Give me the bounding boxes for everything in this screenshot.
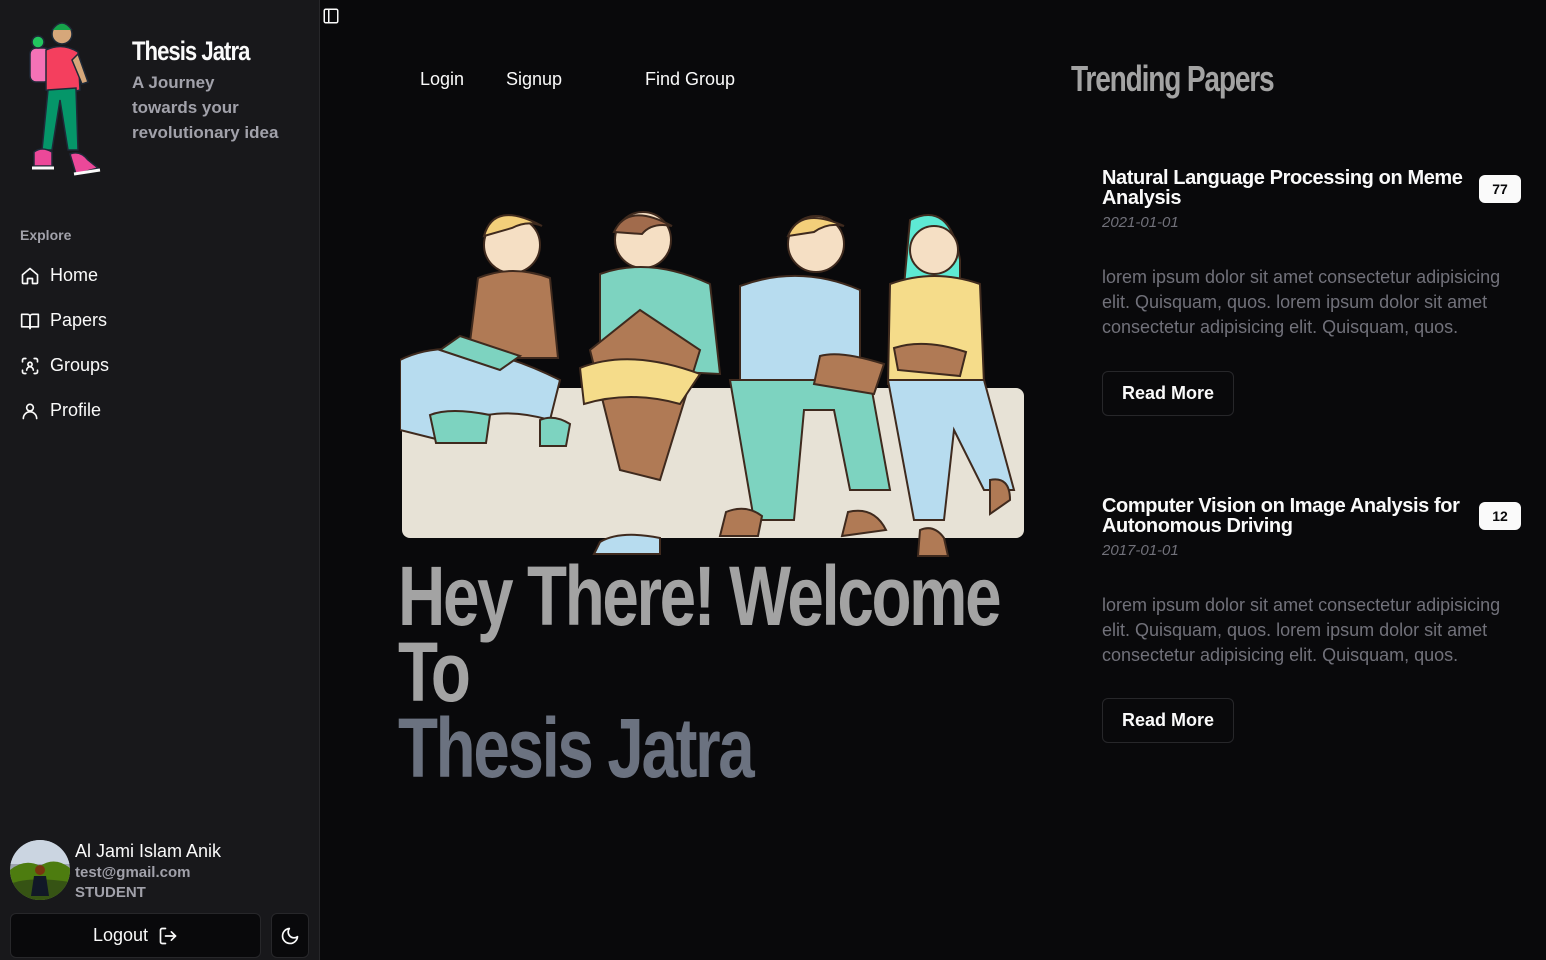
students-reading-illustration: [400, 211, 1024, 557]
scan-group-icon: [21, 357, 39, 374]
read-more-button[interactable]: Read More: [1102, 371, 1234, 416]
find-group-link[interactable]: Find Group: [645, 69, 735, 90]
home-icon: [21, 267, 39, 284]
sidebar-item-profile[interactable]: Profile: [10, 388, 310, 433]
paper-count-badge: 77: [1479, 175, 1521, 203]
paper-description: lorem ipsum dolor sit amet consectetur a…: [1102, 267, 1501, 337]
sidebar-item-label: Profile: [50, 400, 102, 420]
brand: Thesis Jatra A Journey towards your revo…: [20, 20, 310, 190]
user-name: Al Jami Islam Anik: [75, 841, 222, 861]
paper-title[interactable]: Natural Language Processing on Meme Anal…: [1102, 168, 1472, 208]
brand-tagline: A Journey towards your revolutionary ide…: [132, 73, 279, 142]
sidebar-item-home[interactable]: Home: [10, 253, 310, 298]
moon-icon: [281, 927, 299, 944]
sidebar-item-groups[interactable]: Groups: [10, 343, 310, 388]
user-role: STUDENT: [75, 884, 146, 901]
panel-left-icon: [323, 8, 339, 24]
sidebar-item-papers[interactable]: Papers: [10, 298, 310, 343]
user-icon: [22, 403, 38, 419]
paper-date: 2017-01-01: [1102, 542, 1179, 559]
sidebar-toggle-button[interactable]: [320, 5, 342, 27]
book-open-icon: [20, 313, 40, 329]
sidebar: Thesis Jatra A Journey towards your revo…: [0, 0, 320, 960]
hiker-illustration: [29, 22, 101, 176]
explore-section-label: Explore: [20, 227, 72, 243]
hero-title-line1: Hey There! Welcome To: [398, 549, 1002, 719]
sidebar-item-label: Papers: [50, 310, 108, 330]
paper-date: 2021-01-01: [1102, 214, 1179, 231]
sidebar-item-label: Groups: [50, 355, 110, 375]
sidebar-item-label: Home: [50, 265, 99, 285]
signup-link[interactable]: Signup: [506, 69, 562, 90]
avatar[interactable]: [10, 840, 70, 900]
user-card: Al Jami Islam Anik test@gmail.com STUDEN…: [10, 840, 310, 902]
log-out-icon: [159, 927, 177, 944]
avatar-photo: [10, 840, 70, 900]
paper-description: lorem ipsum dolor sit amet consectetur a…: [1102, 595, 1501, 665]
logout-label: Logout: [92, 925, 149, 945]
sidebar-nav: Home Papers Groups Profile: [10, 253, 310, 433]
hero-title: Hey There! Welcome To Thesis Jatra: [398, 554, 1002, 795]
read-more-button[interactable]: Read More: [1102, 698, 1234, 743]
hero-title-line2: Thesis Jatra: [398, 701, 755, 795]
theme-toggle-button[interactable]: [271, 913, 309, 958]
brand-title: Thesis Jatra: [132, 36, 250, 66]
login-link[interactable]: Login: [420, 69, 464, 90]
trending-papers-title: Trending Papers: [1071, 58, 1275, 99]
paper-count-badge: 12: [1479, 502, 1521, 530]
paper-title[interactable]: Computer Vision on Image Analysis for Au…: [1102, 496, 1472, 536]
logout-button[interactable]: Logout: [10, 913, 261, 958]
user-email: test@gmail.com: [75, 864, 191, 881]
